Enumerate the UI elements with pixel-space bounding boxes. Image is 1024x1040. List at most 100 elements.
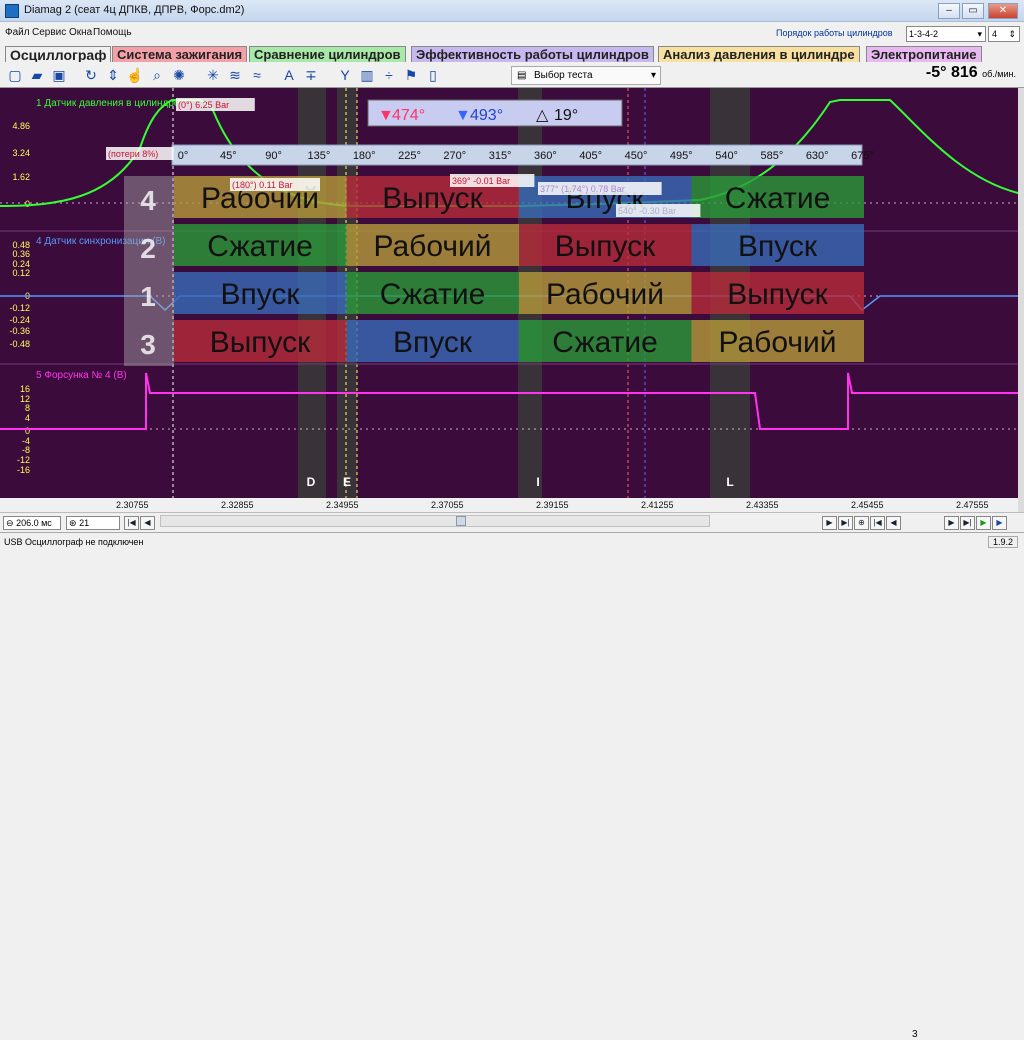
marker-label: D [307,475,316,489]
play-button[interactable]: ▶ [822,516,837,530]
cylinder-number: 4 [140,185,156,216]
channel-tick: -0.12 [9,303,30,313]
tab-5[interactable]: Электропитание [866,46,982,62]
cylinder-count-stepper[interactable]: 4 ⇕ [988,26,1020,42]
filter-icon[interactable]: Y [336,66,354,84]
rewind-button[interactable]: ◀ [886,516,901,530]
phase-label: Выпуск [727,278,828,311]
refresh-icon[interactable]: ↻ [82,66,100,84]
horizontal-scrollbar[interactable] [160,515,710,527]
test-select[interactable]: ▤ Выбор теста ▾ [511,66,661,85]
zoom-icon[interactable]: ⌕ [148,66,166,84]
marker-label: I [536,475,539,489]
injector-trace [0,372,1018,430]
prev-button[interactable]: ◀ [140,516,155,530]
rpm-readout: -5° 816 об./мин. [925,64,1016,81]
run-button[interactable]: ▶ [976,516,991,530]
menu-file[interactable]: Файл [5,27,30,38]
menu-help[interactable]: Помощь [93,27,132,38]
time-tick-label: 2.41255 [641,500,674,510]
spark-icon[interactable]: ✳ [204,66,222,84]
phase-label: Выпуск [210,326,311,359]
columns-icon[interactable]: ▥ [358,66,376,84]
oscilloscope-area[interactable]: 1 Датчик давления в цилиндре 4.86 3.24 1.62… [0,88,1018,498]
vertical-scrollbar[interactable] [1018,88,1024,512]
zoom-icon: ⊖ [6,518,14,528]
new-icon[interactable]: ▢ [6,66,24,84]
channel-icon: ⊛ [69,518,77,528]
cursor-icon[interactable]: ⇕ [104,66,122,84]
target-button[interactable]: ⊕ [854,516,869,530]
next-button[interactable]: ▶| [838,516,853,530]
time-tick-label: 2.32855 [221,500,254,510]
menu-service[interactable]: Сервис [32,27,66,38]
angle-tick: 135° [308,150,331,162]
forward-button[interactable]: ▶ [944,516,959,530]
flag-icon[interactable]: ⚑ [402,66,420,84]
close-button[interactable]: ✕ [988,3,1018,19]
tab-0[interactable]: Осциллограф [5,46,112,63]
scroll-thumb[interactable] [456,516,466,526]
split-icon[interactable]: ÷ [380,66,398,84]
tab-bar: Осциллограф Система зажигания Сравнение ци… [0,44,1024,63]
cylinder-order-select[interactable]: 1-3-4-2 ▾ [906,26,986,42]
gear-icon[interactable]: ✺ [170,66,188,84]
angle-tick: 180° [353,150,376,162]
phase-label: Сжатие [725,182,831,215]
angle-tick: 630° [806,150,829,162]
angle-a1: 474° [392,107,425,124]
angle-a2: 493° [470,107,503,124]
maximize-button[interactable]: ▭ [962,3,984,19]
oscilloscope-plot[interactable]: 1 Датчик давления в цилиндре 4.86 3.24 1.62… [0,88,1018,498]
window-title: Diamag 2 (сеат 4ц ДПКВ, ДПРВ, Форс.dm2) [24,4,245,16]
chevron-down-icon: ▾ [650,70,656,81]
tab-1[interactable]: Система зажигания [112,46,248,62]
title-bar: Diamag 2 (сеат 4ц ДПКВ, ДПРВ, Форс.dm2) … [0,0,1024,22]
menu-windows[interactable]: Окна [69,27,92,38]
angle-tick: 270° [443,150,466,162]
multi-wave-icon[interactable]: ≈ [248,66,266,84]
channel-tick: 16 [20,384,30,394]
channel-tick: 4.86 [12,121,30,131]
zero-icon[interactable]: ∓ [302,66,320,84]
channel-select[interactable]: ⊛ 21 [66,516,120,530]
time-tick-label: 2.47555 [956,500,989,510]
minimize-button[interactable]: – [938,3,960,19]
phase-label: Сжатие [380,278,486,311]
time-tick-label: 2.30755 [116,500,149,510]
back-button[interactable]: |◀ [870,516,885,530]
phase-label: Впуск [220,278,300,311]
waves-icon[interactable]: ≋ [226,66,244,84]
phase-label: Рабочий [546,278,664,311]
end-button[interactable]: ▶| [960,516,975,530]
run-fast-button[interactable]: ▶ [992,516,1007,530]
tab-2[interactable]: Сравнение цилиндров [249,46,406,62]
angle-tick: 450° [625,150,648,162]
zoom-select[interactable]: ⊖ 206.0 мс [3,516,61,530]
cylinder-number: 1 [140,281,156,312]
phase-label: Впуск [393,326,473,359]
tab-3[interactable]: Эффективность работы цилиндров [411,46,654,62]
phase-label: Впуск [738,230,818,263]
annotation-pressure_peak: (0°) 6.25 Bar [178,100,229,110]
channel-tick: 0 [25,199,30,209]
channel-tick: 4 [25,413,30,423]
status-bar: USB Осциллограф не подключен 1.9.2 [0,532,1024,551]
app-icon [5,4,19,18]
hand-icon[interactable]: ☝ [126,66,144,84]
marker-label: L [726,475,733,489]
save-icon[interactable]: ▣ [50,66,68,84]
page-icon[interactable]: ▯ [424,66,442,84]
status-text: USB Осциллограф не подключен [4,537,144,547]
channel-label-0: 1 Датчик давления в цилиндре [36,98,180,109]
angle-tick: 585° [761,150,784,162]
time-tick-label: 2.34955 [326,500,359,510]
open-icon[interactable]: ▰ [28,66,46,84]
tab-4[interactable]: Анализ давления в цилиндре [658,46,860,62]
auto-icon[interactable]: A [280,66,298,84]
annotation-p4: 377° (1.74°) 0.78 Bar [540,184,625,194]
menu-bar: Файл Сервис Окна Помощь Порядок работы ц… [0,22,1024,44]
phase-label: Рабочий [718,326,836,359]
first-button[interactable]: |◀ [124,516,139,530]
channel-tick: -0.36 [9,326,30,336]
